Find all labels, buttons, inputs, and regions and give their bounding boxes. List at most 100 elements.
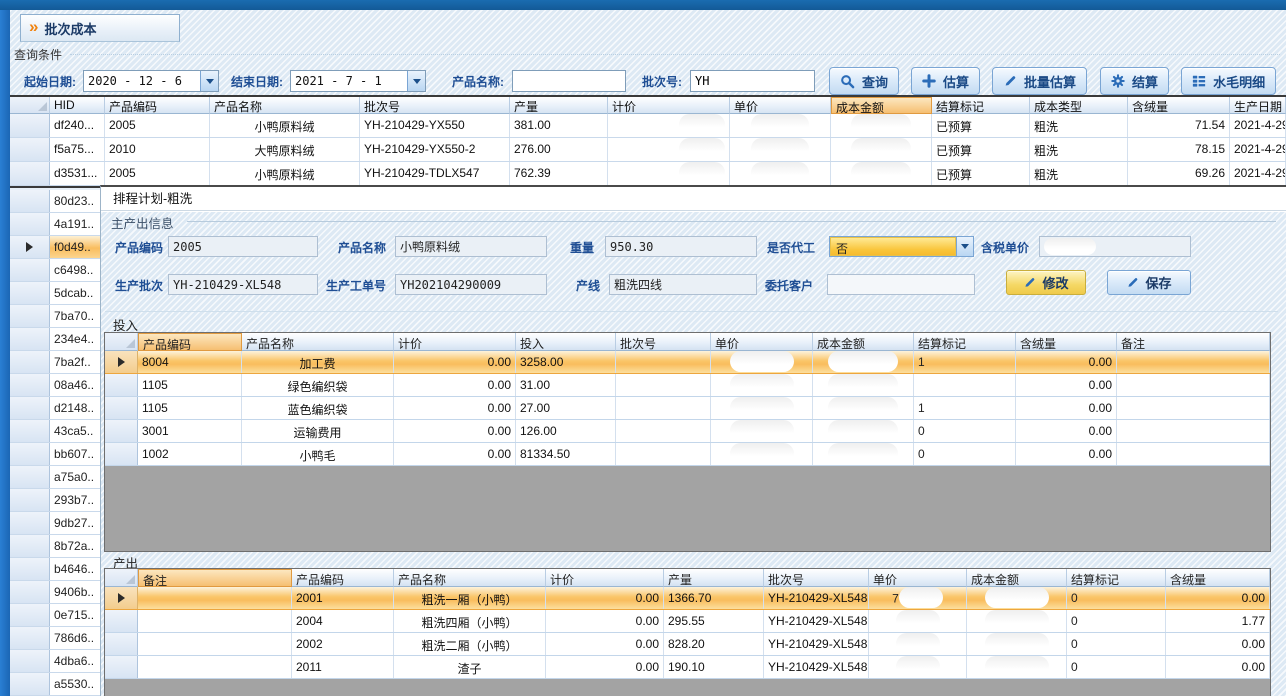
column-header[interactable]: 投入	[516, 333, 616, 351]
input-row[interactable]: 3001运输费用0.00126.0000.00	[105, 420, 1270, 443]
row-selector-cell[interactable]	[10, 512, 50, 534]
cell-batch-no[interactable]: YH-210429-YX550-2	[360, 138, 510, 161]
cell-pricing[interactable]: 0.00	[546, 633, 664, 655]
cell-product-code[interactable]: 8004	[138, 351, 242, 373]
batch-cost-row[interactable]: 9db27..	[10, 512, 105, 535]
column-header[interactable]: 单价	[730, 97, 831, 114]
output-row[interactable]: 2004粗洗四厢（小鸭）0.00295.55YH-210429-XL54801.…	[105, 610, 1270, 633]
output-row[interactable]: 2002粗洗二厢（小鸭）0.00828.20YH-210429-XL54800.…	[105, 633, 1270, 656]
taxed-price-field[interactable]	[1039, 236, 1191, 257]
row-selector-cell[interactable]	[10, 162, 50, 185]
cell-batch-no[interactable]	[616, 397, 711, 419]
column-header[interactable]: 批次号	[764, 569, 869, 587]
cell-down-content[interactable]: 1.77	[1166, 610, 1270, 632]
cell-pricing[interactable]	[608, 138, 730, 161]
cell-hid[interactable]: 9db27..	[50, 512, 105, 534]
column-header[interactable]: 含绒量	[1128, 97, 1230, 114]
cell-note[interactable]	[1117, 420, 1270, 442]
cell-batch-no[interactable]: YH-210429-XL548	[764, 610, 869, 632]
row-selector-cell[interactable]	[10, 351, 50, 373]
cell-note[interactable]	[138, 610, 292, 632]
cell-product-name[interactable]: 加工费	[242, 351, 394, 373]
cell-settle-mark[interactable]: 0	[1067, 587, 1166, 609]
cell-unit-price[interactable]	[869, 656, 967, 678]
cell-cost-amount[interactable]	[967, 633, 1067, 655]
row-selector-cell[interactable]	[105, 633, 138, 655]
cell-down-content[interactable]: 71.54	[1128, 114, 1230, 137]
cell-output-qty[interactable]: 295.55	[664, 610, 764, 632]
column-header[interactable]: 产品编码	[138, 333, 242, 351]
settle-button[interactable]: 结算	[1100, 67, 1169, 95]
cell-output-qty[interactable]: 1366.70	[664, 587, 764, 609]
cell-batch-no[interactable]: YH-210429-TDLX547	[360, 162, 510, 185]
column-header[interactable]: 计价	[394, 333, 516, 351]
cell-product-name[interactable]: 粗洗二厢（小鸭）	[394, 633, 546, 655]
cell-product-name[interactable]: 绿色编织袋	[242, 374, 394, 396]
row-selector-cell[interactable]	[10, 466, 50, 488]
cell-hid[interactable]: 5dcab..	[50, 282, 105, 304]
cell-pricing[interactable]	[608, 162, 730, 185]
estimate-button[interactable]: 估算	[911, 67, 980, 95]
row-selector-cell[interactable]	[10, 581, 50, 603]
cell-product-name[interactable]: 小鸭原料绒	[210, 162, 360, 185]
row-selector-cell[interactable]	[10, 138, 50, 161]
row-selector-cell[interactable]	[10, 673, 50, 695]
production-batch-field[interactable]	[168, 274, 318, 295]
cell-cost-amount[interactable]	[813, 397, 914, 419]
cell-input-qty[interactable]: 27.00	[516, 397, 616, 419]
water-down-detail-button[interactable]: 水毛明细	[1181, 67, 1276, 95]
cell-product-code[interactable]: 1105	[138, 397, 242, 419]
cell-cost-amount[interactable]	[813, 443, 914, 465]
cell-unit-price[interactable]	[869, 633, 967, 655]
batch-cost-row[interactable]: 7ba70..	[10, 305, 105, 328]
cell-down-content[interactable]: 0.00	[1016, 420, 1117, 442]
column-header[interactable]: 计价	[608, 97, 730, 114]
cell-input-qty[interactable]: 81334.50	[516, 443, 616, 465]
cell-note[interactable]	[1117, 443, 1270, 465]
cell-batch-no[interactable]: YH-210429-XL548	[764, 656, 869, 678]
cell-cost-type[interactable]: 粗洗	[1030, 162, 1128, 185]
row-selector-cell[interactable]	[10, 627, 50, 649]
product-code-field[interactable]	[168, 236, 318, 257]
cell-product-code[interactable]: 1105	[138, 374, 242, 396]
cell-product-code[interactable]: 1002	[138, 443, 242, 465]
cell-hid[interactable]: 80d23..	[50, 190, 105, 212]
column-header[interactable]: 成本金额	[813, 333, 914, 351]
cell-product-name[interactable]: 小鸭毛	[242, 443, 394, 465]
batch-cost-row[interactable]: d2148..	[10, 397, 105, 420]
batch-cost-row[interactable]: f5a75...2010大鸭原料绒YH-210429-YX550-2276.00…	[10, 138, 1286, 162]
cell-hid[interactable]: 7ba70..	[50, 305, 105, 327]
cell-unit-price[interactable]	[730, 114, 831, 137]
cell-hid[interactable]: 4dba6..	[50, 650, 105, 672]
client-field[interactable]	[827, 274, 975, 295]
cell-product-code[interactable]: 2001	[292, 587, 394, 609]
cell-cost-type[interactable]: 粗洗	[1030, 138, 1128, 161]
batch-cost-row[interactable]: 786d6..	[10, 627, 105, 650]
cell-settle-mark[interactable]	[914, 374, 1016, 396]
row-selector-cell[interactable]	[105, 610, 138, 632]
batch-cost-row[interactable]: 80d23..	[10, 190, 105, 213]
cell-pricing[interactable]: 0.00	[394, 374, 516, 396]
cell-input-qty[interactable]: 126.00	[516, 420, 616, 442]
row-selector-cell[interactable]	[10, 535, 50, 557]
cell-down-content[interactable]: 0.00	[1016, 351, 1117, 373]
batch-cost-row[interactable]: 8b72a..	[10, 535, 105, 558]
column-header[interactable]: 含绒量	[1166, 569, 1270, 587]
outsourced-combo[interactable]: 否	[829, 236, 974, 257]
cell-settle-mark[interactable]: 0	[914, 443, 1016, 465]
column-header[interactable]: 产品名称	[394, 569, 546, 587]
batch-estimate-button[interactable]: 批量估算	[992, 67, 1087, 95]
row-selector-cell[interactable]	[10, 397, 50, 419]
cell-pricing[interactable]: 0.00	[394, 397, 516, 419]
cell-cost-amount[interactable]	[967, 656, 1067, 678]
batch-cost-row[interactable]: 7ba2f..	[10, 351, 105, 374]
cell-note[interactable]	[138, 633, 292, 655]
row-selector-cell[interactable]	[105, 443, 138, 465]
output-row[interactable]: 2001粗洗一厢（小鸭）0.001366.70YH-210429-XL54870…	[105, 587, 1270, 610]
cell-unit-price[interactable]	[730, 162, 831, 185]
cell-production-date[interactable]: 2021-4-29	[1230, 138, 1286, 161]
column-header[interactable]: 单价	[711, 333, 813, 351]
cell-pricing[interactable]: 0.00	[394, 420, 516, 442]
cell-pricing[interactable]	[608, 114, 730, 137]
row-selector-cell[interactable]	[105, 587, 138, 609]
